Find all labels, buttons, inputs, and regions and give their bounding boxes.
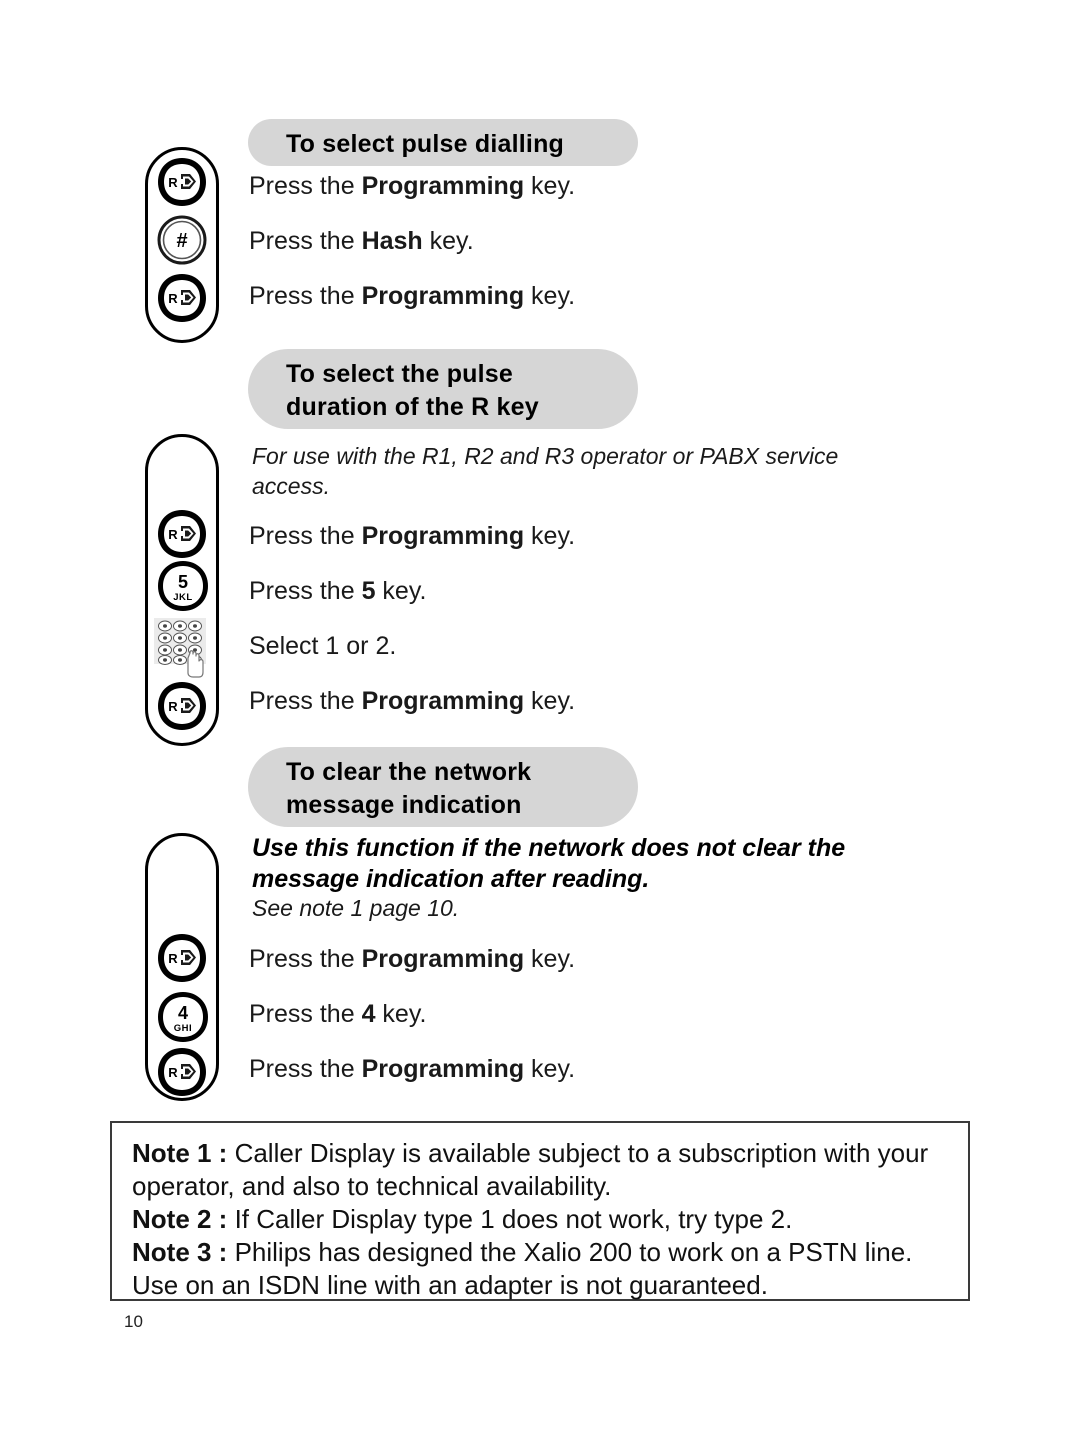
step-text-post: key. — [524, 522, 576, 550]
step-text-bold: Programming — [361, 1055, 525, 1083]
programming-r-key-icon: R — [156, 1046, 208, 1098]
step-text-pre: Press the — [249, 945, 362, 973]
note-text: If Caller Display type 1 does not work, … — [227, 1204, 793, 1234]
step-instruction: Press the Hash key. — [249, 226, 474, 256]
note-item: Note 1 : Caller Display is available sub… — [132, 1137, 948, 1203]
step-text-post: key. — [375, 1000, 427, 1028]
notes-box: Note 1 : Caller Display is available sub… — [110, 1121, 970, 1301]
step-instruction: Press the 5 key. — [249, 576, 426, 606]
programming-r-key-icon: R — [156, 156, 208, 208]
hash-key-icon: # — [156, 214, 208, 266]
page-number: 10 — [124, 1312, 143, 1331]
note-text: Caller Display is available subject to a… — [132, 1138, 929, 1201]
step-text-post: key. — [422, 227, 474, 255]
section-heading-line: message indication — [286, 791, 522, 819]
digit-4-ghi-key-icon: 4 GHI — [156, 990, 210, 1044]
svg-text:R: R — [168, 699, 178, 714]
note-label: Note 3 : — [132, 1237, 228, 1267]
programming-r-key-icon: R — [156, 272, 208, 324]
step-instruction: Press the Programming key. — [249, 686, 575, 716]
step-text-post: key. — [524, 1055, 576, 1083]
section-heading-pulse-dialling: To select pulse dialling — [248, 119, 638, 166]
svg-text:R: R — [168, 1065, 178, 1080]
svg-text:R: R — [168, 175, 178, 190]
section-intro-italic: For use with the R1, R2 and R3 operator … — [252, 443, 839, 499]
section-heading-line: duration of the R key — [286, 393, 539, 421]
svg-text:R: R — [168, 527, 178, 542]
note-label: Note 2 : — [132, 1204, 228, 1234]
section-heading-clear-network-message: To clear the network message indication — [248, 747, 638, 827]
step-text-bold: Hash — [361, 227, 423, 255]
step-text-pre: Select 1 or 2. — [249, 632, 397, 660]
digit-5-jkl-key-icon: 5 JKL — [156, 559, 210, 613]
step-text-pre: Press the — [249, 577, 362, 605]
keypad-icon — [152, 616, 216, 680]
section-heading-line: To clear the network — [286, 758, 532, 786]
intro-line: Use this function if the network does no… — [252, 834, 846, 862]
step-text-pre: Press the — [249, 1000, 362, 1028]
step-text-bold: 4 — [361, 1000, 376, 1028]
note-item: Note 3 : Philips has designed the Xalio … — [132, 1236, 948, 1302]
svg-text:JKL: JKL — [173, 592, 192, 603]
svg-text:R: R — [168, 951, 178, 966]
section-intro-italic: See note 1 page 10. — [252, 895, 460, 921]
step-text-pre: Press the — [249, 522, 362, 550]
step-text-bold: Programming — [361, 282, 525, 310]
svg-text:4: 4 — [178, 1003, 188, 1023]
step-text-post: key. — [375, 577, 427, 605]
step-text-bold: Programming — [361, 522, 525, 550]
step-text-pre: Press the — [249, 172, 362, 200]
step-text-pre: Press the — [249, 282, 362, 310]
intro-line: message indication after reading. — [252, 865, 650, 893]
step-text-bold: Programming — [361, 687, 525, 715]
step-instruction: Press the Programming key. — [249, 171, 575, 201]
note-label: Note 1 : — [132, 1138, 228, 1168]
note-text: Philips has designed the Xalio 200 to wo… — [132, 1237, 913, 1300]
step-text-bold: 5 — [361, 577, 376, 605]
step-instruction: Press the Programming key. — [249, 944, 575, 974]
step-instruction: Press the Programming key. — [249, 1054, 575, 1084]
section-heading-line: To select pulse dialling — [286, 130, 565, 158]
svg-text:#: # — [176, 230, 187, 252]
manual-page: R # R To select pulse dialling Press the… — [0, 0, 1080, 1451]
step-text-pre: Press the — [249, 1055, 362, 1083]
programming-r-key-icon: R — [156, 680, 208, 732]
step-text-post: key. — [524, 282, 576, 310]
step-text-pre: Press the — [249, 687, 362, 715]
step-instruction: Press the 4 key. — [249, 999, 426, 1029]
svg-text:GHI: GHI — [174, 1023, 192, 1034]
svg-text:R: R — [168, 291, 178, 306]
step-text-post: key. — [524, 945, 576, 973]
section-intro-bold-italic: Use this function if the network does no… — [252, 833, 892, 895]
svg-text:5: 5 — [178, 572, 188, 592]
step-instruction: Press the Programming key. — [249, 521, 575, 551]
step-text-post: key. — [524, 172, 576, 200]
step-text-pre: Press the — [249, 227, 362, 255]
note-item: Note 2 : If Caller Display type 1 does n… — [132, 1203, 948, 1236]
step-instruction: Select 1 or 2. — [249, 631, 396, 661]
programming-r-key-icon: R — [156, 932, 208, 984]
step-instruction: Press the Programming key. — [249, 281, 575, 311]
step-text-bold: Programming — [361, 172, 525, 200]
step-text-bold: Programming — [361, 945, 525, 973]
section-heading-line: To select the pulse — [286, 360, 514, 388]
step-text-post: key. — [524, 687, 576, 715]
programming-r-key-icon: R — [156, 508, 208, 560]
section-heading-pulse-duration: To select the pulse duration of the R ke… — [248, 349, 638, 429]
